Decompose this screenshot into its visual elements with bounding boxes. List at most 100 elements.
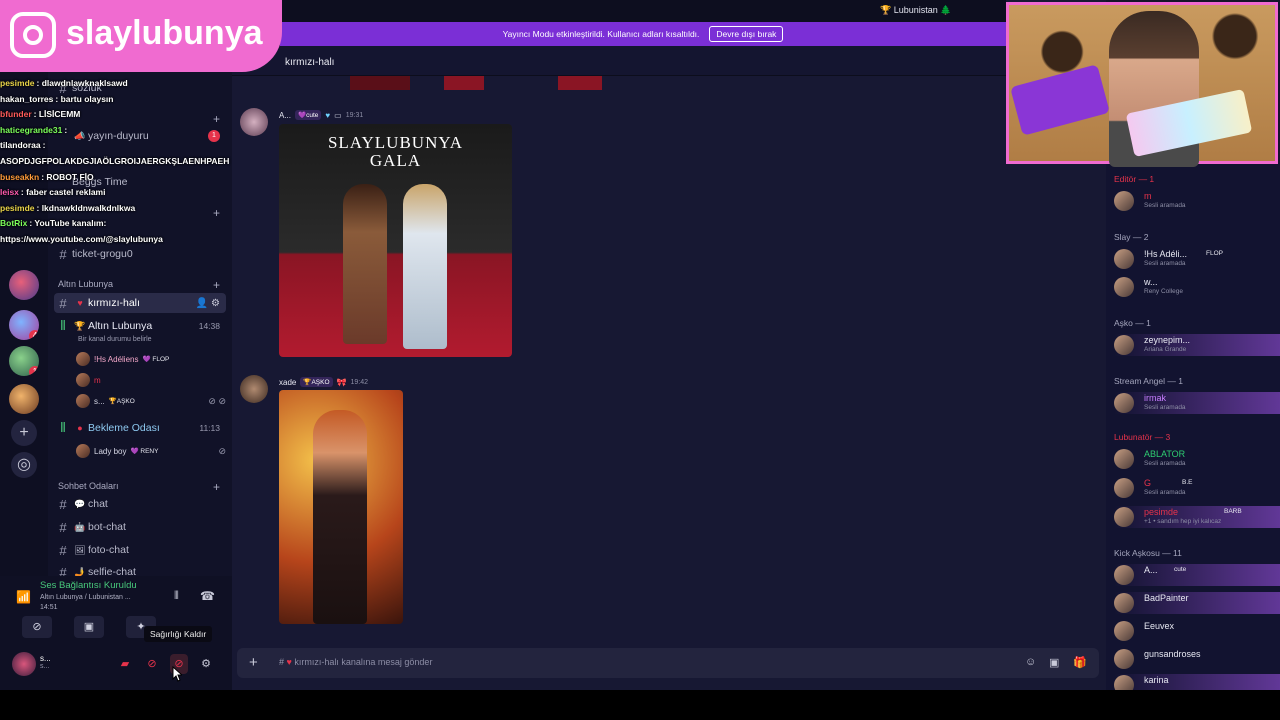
member-item[interactable]: m Sesli aramada (1114, 190, 1280, 212)
server-icon[interactable] (9, 270, 39, 300)
voice-channel-path[interactable]: Altın Lubunya / Lubunistan ... (40, 594, 131, 601)
voice-status[interactable]: Ses Bağlantısı Kuruldu (40, 580, 137, 591)
member-item[interactable]: pesimde +1 • sandım hep iyi kalıcaz BARB (1114, 506, 1280, 528)
member-item[interactable]: irmak Sesli aramada (1114, 392, 1280, 414)
message-composer[interactable]: + # ♥ kırmızı-halı kanalına mesaj gönder… (237, 648, 1099, 678)
trophy-icon: 🏆 (74, 320, 86, 331)
member-list: Editör — 1 m Sesli aramada Slay — 2 !Hs A… (1106, 164, 1280, 690)
role-tag-label: FLOP (152, 356, 170, 363)
add-server-icon[interactable]: + (11, 420, 37, 446)
figure-left (343, 184, 387, 344)
camera-off-button[interactable]: ⊘ (22, 616, 52, 638)
avatar[interactable] (240, 375, 268, 403)
stream-chat-line: leisx: faber castel reklami (0, 185, 250, 201)
member-item[interactable]: zeynepim... Ariana Grande (1114, 334, 1280, 356)
emoji-icon[interactable]: ☺ (1025, 656, 1036, 668)
disconnect-icon[interactable]: ☎ (200, 589, 215, 603)
voice-bekleme-odasi[interactable]: ⦀ ● Bekleme Odası 11:13 (54, 418, 226, 438)
explore-icon[interactable]: ◎ (11, 452, 37, 478)
author-name[interactable]: xade (279, 378, 296, 387)
channel-bot-chat[interactable]: # 🤖 bot-chat (54, 517, 226, 537)
performer-figure (313, 410, 367, 624)
member-item[interactable]: gunsandroses (1114, 648, 1280, 670)
speech-icon: 💬 (74, 498, 86, 509)
member-name: pesimde (1144, 507, 1179, 517)
channel-status-hint[interactable]: Bir kanal durumu belirle (78, 336, 152, 343)
server-icon[interactable]: 4 (9, 310, 39, 340)
member-item[interactable]: w... Reny College (1114, 276, 1280, 298)
member-item[interactable]: !Hs Adéli... Sesli aramada FLOP (1114, 248, 1280, 270)
member-name: m (1144, 191, 1152, 201)
member-status: +1 • sandım hep iyi kalıcaz (1144, 518, 1222, 525)
chat-text: : (64, 124, 68, 135)
chat-text: ASOPDJGFPOLAKDGJIAÖLGROIJAERGKŞLAENHPAEH (0, 155, 230, 166)
stream-chat-line: haticegrande31: (0, 123, 250, 139)
member-item[interactable]: karina (1114, 674, 1280, 690)
screen-share-button[interactable]: ▣ (74, 616, 104, 638)
avatar (1114, 335, 1134, 355)
role-badge: 💜cute (295, 110, 322, 120)
role-badge-label: cute (306, 112, 319, 119)
role-badge-label: AŞKO (311, 379, 330, 386)
avatar (1114, 649, 1134, 669)
avatar (1114, 449, 1134, 469)
channel-label: ticket-grogu0 (72, 248, 133, 260)
author-name[interactable]: A... (279, 111, 291, 120)
role-header: Kick Aşkosu — 11 (1114, 548, 1182, 558)
chat-username: hakan_torres (0, 93, 54, 104)
settings-gear-icon[interactable]: ⚙ (197, 654, 215, 674)
chat-username: BotRix (0, 218, 28, 229)
voice-user[interactable]: !Hs Adéliens 💜 FLOP (76, 352, 226, 366)
gif-icon[interactable]: ▣ (1049, 656, 1059, 669)
chat-text: : (42, 140, 46, 151)
category-sohbet-odalari[interactable]: Sohbet Odaları (58, 481, 119, 491)
member-item[interactable]: G Sesli aramada B.E (1114, 477, 1280, 499)
category-altin-lubunya[interactable]: Altın Lubunya (58, 279, 113, 289)
stream-chat-line: pesimde: lkdnawkldnwalkdnlkwa (0, 201, 250, 217)
member-item[interactable]: BadPainter (1114, 592, 1280, 614)
member-name: gunsandroses (1144, 649, 1201, 659)
invite-settings-icon[interactable]: 👤 ⚙ (196, 298, 220, 309)
channel-kirmizi-hali[interactable]: # ♥ kırmızı-halı 👤 ⚙ (54, 293, 226, 313)
stream-chat-line: BotRix: YouTube kanalım: (0, 216, 250, 232)
composer-placeholder[interactable]: # ♥ kırmızı-halı kanalına mesaj gönder (279, 657, 432, 667)
noise-suppression-icon[interactable]: ⦀ (174, 590, 179, 603)
mic-muted-icon[interactable]: ⊘ (143, 654, 161, 674)
role-tag: 🏆AŞKO (108, 398, 135, 405)
member-status: Sesli aramada (1144, 460, 1186, 467)
message-header: A... 💜cute ♥ ▭ 19:31 (279, 110, 363, 120)
server-title: 🏆 Lubunistan 🌲 (880, 5, 951, 16)
chat-username: pesimde (0, 202, 35, 213)
previous-image-edge (350, 76, 410, 90)
image-caption: SLAYLUBUNYA GALA (327, 133, 464, 170)
voice-user[interactable]: s... 🏆AŞKO ⊘ ⊘ (76, 394, 226, 408)
avatar[interactable] (12, 652, 36, 676)
member-status: Sesli aramada (1144, 202, 1186, 209)
add-channel-icon[interactable]: + (213, 480, 220, 494)
stream-chat-line: buseakkn: ROBOT FİO (0, 170, 250, 186)
chat-text: : faber castel reklami (20, 187, 106, 198)
message-time: 19:31 (345, 111, 364, 119)
channel-chat[interactable]: # 💬 chat (54, 494, 226, 514)
user-name[interactable]: s... s... (40, 654, 51, 670)
member-name: karina (1144, 675, 1169, 685)
gala-image[interactable]: SLAYLUBUNYA GALA (279, 124, 512, 357)
attach-plus-icon[interactable]: + (249, 654, 258, 671)
disable-streamer-mode-button[interactable]: Devre dışı bırak (709, 26, 784, 42)
gift-icon[interactable]: 🎁 (1073, 656, 1087, 669)
voice-user[interactable]: Lady boy 💜 RENY ⊘ (76, 444, 226, 458)
add-channel-icon[interactable]: + (213, 278, 220, 292)
channel-foto-chat[interactable]: # 🖼 foto-chat (54, 540, 226, 560)
signal-icon[interactable]: 📶 (16, 590, 31, 604)
member-item[interactable]: ABLATOR Sesli aramada (1114, 448, 1280, 470)
performer-image[interactable] (279, 390, 403, 624)
member-item[interactable]: A... cute (1114, 564, 1280, 586)
voice-altin-lubunya[interactable]: ⦀ 🏆 Altın Lubunya 14:38 (54, 316, 226, 336)
member-item[interactable]: Eeuvex (1114, 620, 1280, 642)
server-icon[interactable] (9, 384, 39, 414)
role-tag: B.E (1182, 479, 1193, 486)
camera-slash-icon[interactable]: ▰ (116, 654, 134, 674)
voice-user[interactable]: m (76, 373, 226, 387)
server-icon[interactable]: 1 (9, 346, 39, 376)
hash-icon: # (59, 246, 67, 262)
